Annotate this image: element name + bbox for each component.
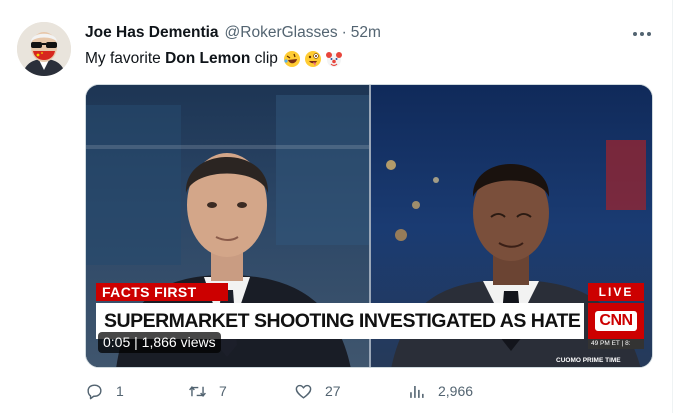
show-name-tag: CUOMO PRIME TIME [556,357,621,364]
video-player[interactable]: FACTS FIRST SUPERMARKET SHOOTING INVESTI… [85,84,653,368]
timestamp[interactable]: 52m [351,24,381,42]
separator-dot: · [341,24,347,41]
heart-icon [295,384,312,399]
tweet-text-prefix: My favorite [85,50,166,67]
reply-button[interactable]: 1 [85,380,124,402]
like-button[interactable]: 27 [294,380,341,402]
views-count: 2,966 [438,383,474,399]
broadcast-time: 49 PM ET | 8: [588,339,644,349]
analytics-icon [410,385,424,398]
rolling-on-floor-laughing-emoji [283,51,300,67]
video-duration-views: 0:05 | 1,866 views [98,332,221,353]
more-horizontal-icon[interactable] [628,26,656,42]
display-name[interactable]: Joe Has Dementia [85,24,219,42]
tweet[interactable]: Joe Has Dementia @RokerGlasses · 52m My … [0,0,692,413]
retweet-icon [189,385,206,397]
facts-first-label: FACTS FIRST [96,283,228,301]
tweet-text-suffix: clip [250,50,278,67]
cnn-logo-text: CNN [595,311,637,331]
tweet-actions: 1 7 27 2,966 [85,380,653,402]
tweet-text-bold: Don Lemon [165,50,251,67]
reply-icon [87,383,102,399]
retweet-button[interactable]: 7 [188,380,227,402]
retweet-count: 7 [219,383,227,399]
clown-face-emoji [325,52,342,67]
zany-face-emoji [304,51,321,67]
avatar[interactable] [17,22,71,76]
tweet-text: My favorite Don Lemon clip [85,50,343,68]
views-button[interactable]: 2,966 [407,380,473,402]
live-badge: LIVE [588,283,644,301]
like-count: 27 [325,383,341,399]
reply-count: 1 [116,383,124,399]
cnn-logo: CNN [588,303,644,339]
column-border [672,0,673,413]
tweet-header: Joe Has Dementia @RokerGlasses · 52m [85,24,381,44]
user-handle[interactable]: @RokerGlasses [225,24,338,42]
